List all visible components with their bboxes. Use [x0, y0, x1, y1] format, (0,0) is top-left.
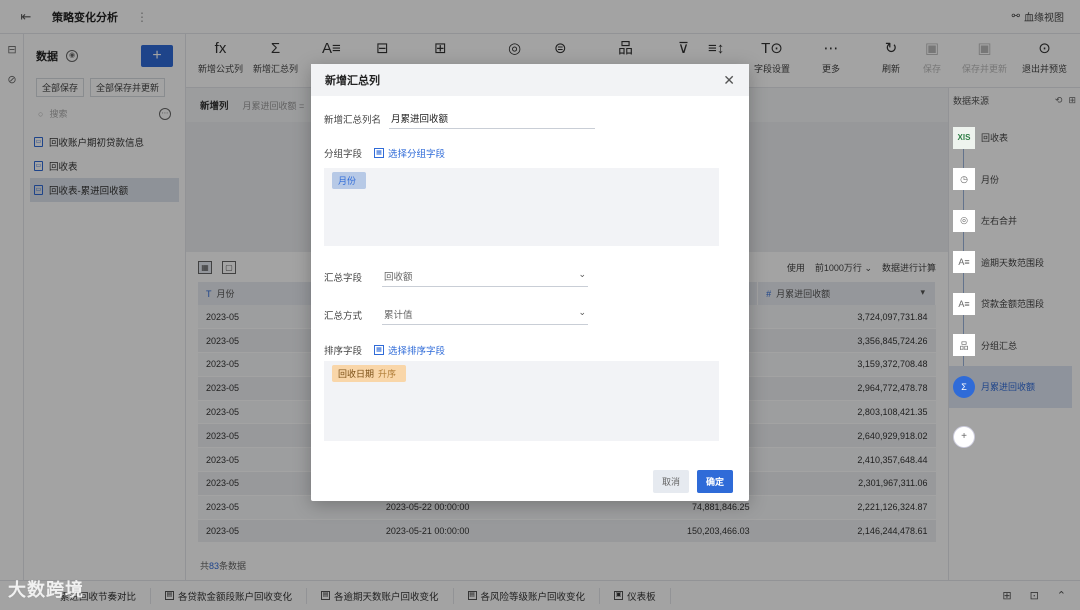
- column-name-row: 新增汇总列名 月累进回收额: [324, 108, 596, 129]
- close-icon[interactable]: ✕: [723, 72, 735, 89]
- agg-method-label: 汇总方式: [324, 310, 363, 322]
- merge-icon: ◎: [953, 209, 975, 232]
- confirm-button[interactable]: 确定: [696, 470, 733, 493]
- add-step-icon[interactable]: +: [953, 426, 975, 448]
- select-group-field-label: 选择分组字段: [388, 149, 446, 160]
- group-field-row: 分组字段 ▦ 选择分组字段: [324, 146, 445, 160]
- select-sort-field-label: 选择排序字段: [388, 346, 446, 357]
- field-select-icon: ▦: [374, 148, 385, 158]
- dialog-title: 新增汇总列: [325, 75, 380, 87]
- clock-icon: ◷: [953, 168, 975, 191]
- sort-field-label: 排序字段: [324, 346, 363, 357]
- sort-order[interactable]: 升序: [378, 367, 396, 380]
- agg-method-value: 累计值: [384, 310, 413, 321]
- select-group-field-button[interactable]: ▦ 选择分组字段: [374, 146, 445, 160]
- sort-field-chip[interactable]: 回收日期 升序: [332, 365, 407, 382]
- agg-method-row: 汇总方式 累计值 ⌄: [324, 304, 589, 325]
- chevron-down-icon: ⌄: [578, 269, 587, 279]
- excel-icon: XIS: [953, 126, 975, 149]
- chevron-down-icon: ⌄: [578, 307, 587, 317]
- group-field-chip[interactable]: 月份: [332, 172, 367, 189]
- group-field-dropzone[interactable]: 月份: [324, 168, 719, 246]
- sort-field-dropzone[interactable]: 回收日期 升序: [324, 361, 719, 441]
- agg-field-label: 汇总字段: [324, 272, 363, 284]
- agg-method-select[interactable]: 累计值 ⌄: [382, 304, 589, 325]
- agg-field-row: 汇总字段 回收额 ⌄: [324, 266, 589, 287]
- watermark: 大数跨境: [8, 580, 84, 600]
- group-field-label: 分组字段: [324, 149, 363, 160]
- field-select-icon: ▦: [374, 345, 385, 355]
- select-sort-field-button[interactable]: ▦ 选择排序字段: [374, 343, 445, 357]
- sort-field-chip-label: 回收日期: [338, 369, 375, 379]
- cancel-button[interactable]: 取消: [652, 470, 689, 493]
- column-name-input[interactable]: 月累进回收额: [389, 108, 596, 129]
- sort-field-row: 排序字段 ▦ 选择排序字段: [324, 343, 445, 357]
- text-format-icon: A≡: [953, 292, 975, 315]
- hierarchy-icon: 品: [953, 334, 975, 357]
- agg-field-select[interactable]: 回收额 ⌄: [382, 266, 589, 287]
- add-summary-column-dialog: 新增汇总列 ✕ 新增汇总列名 月累进回收额 分组字段 ▦ 选择分组字段 月份 汇总…: [311, 64, 749, 501]
- column-name-label: 新增汇总列名: [324, 114, 382, 126]
- sigma-icon: Σ: [953, 375, 975, 398]
- text-format-icon: A≡: [953, 251, 975, 274]
- agg-field-value: 回收额: [384, 272, 413, 283]
